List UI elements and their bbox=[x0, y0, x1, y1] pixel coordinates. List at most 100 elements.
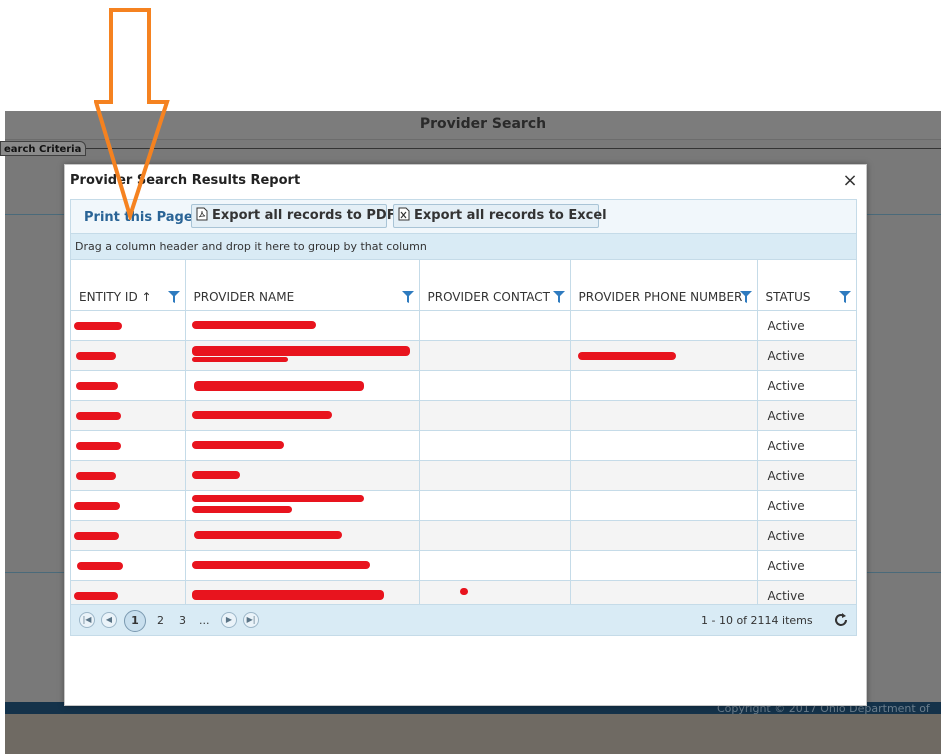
entity-id-cell bbox=[71, 370, 186, 401]
entity-id-cell bbox=[71, 310, 186, 341]
status-cell: Active bbox=[757, 430, 856, 461]
provider-name-cell bbox=[185, 340, 420, 371]
provider-contact-cell bbox=[419, 550, 571, 581]
refresh-icon[interactable] bbox=[833, 612, 849, 628]
divider bbox=[866, 214, 941, 215]
entity-id-cell bbox=[71, 550, 186, 581]
export-pdf-label: Export all records to PDF bbox=[212, 208, 396, 223]
pager-info: 1 - 10 of 2114 items bbox=[701, 614, 813, 627]
redaction-mark bbox=[191, 561, 370, 569]
group-by-drop-area[interactable]: Drag a column header and drop it here to… bbox=[70, 233, 857, 260]
provider-name-cell bbox=[185, 400, 420, 431]
provider-phone-cell bbox=[570, 550, 758, 581]
pdf-file-icon bbox=[196, 207, 208, 221]
redaction-mark bbox=[74, 532, 119, 540]
provider-name-cell bbox=[185, 550, 420, 581]
redaction-mark bbox=[76, 442, 121, 450]
provider-contact-cell bbox=[419, 400, 571, 431]
provider-phone-cell bbox=[570, 520, 758, 551]
previous-page-icon[interactable]: ◀ bbox=[101, 612, 117, 628]
close-icon[interactable]: × bbox=[842, 172, 858, 190]
status-cell: Active bbox=[757, 370, 856, 401]
provider-phone-cell bbox=[570, 340, 758, 371]
entity-id-cell bbox=[71, 430, 186, 461]
export-pdf-button[interactable]: Export all records to PDF bbox=[191, 204, 396, 228]
results-report-dialog: Provider Search Results Report × Print t… bbox=[64, 164, 867, 706]
export-excel-label: Export all records to Excel bbox=[414, 208, 607, 223]
sort-ascending-icon: ↑ bbox=[141, 290, 152, 304]
first-page-icon[interactable]: |◀ bbox=[79, 612, 95, 628]
redaction-mark bbox=[193, 531, 342, 539]
provider-name-cell bbox=[185, 370, 420, 401]
table-row[interactable]: Active bbox=[71, 550, 856, 581]
provider-phone-cell bbox=[570, 460, 758, 491]
redaction-mark bbox=[577, 352, 676, 360]
status-cell: Active bbox=[757, 520, 856, 551]
table-row[interactable]: Active bbox=[71, 370, 856, 401]
table-row[interactable]: Active bbox=[71, 460, 856, 491]
status-cell: Active bbox=[757, 340, 856, 371]
provider-phone-cell bbox=[570, 370, 758, 401]
column-header-entity-id[interactable]: ENTITY ID ↑ bbox=[71, 260, 186, 311]
filter-icon[interactable] bbox=[552, 291, 565, 303]
column-header-status[interactable]: STATUS bbox=[757, 260, 856, 311]
footer-area bbox=[5, 714, 941, 754]
table-row[interactable]: Active bbox=[71, 340, 856, 371]
page-3-button[interactable]: 3 bbox=[179, 614, 186, 627]
status-cell: Active bbox=[757, 490, 856, 521]
table-row[interactable]: Active bbox=[71, 490, 856, 521]
provider-phone-cell bbox=[570, 400, 758, 431]
redaction-mark bbox=[77, 562, 123, 570]
annotation-arrow bbox=[94, 8, 170, 220]
redaction-mark bbox=[76, 382, 118, 390]
search-criteria-tab[interactable]: earch Criteria bbox=[0, 141, 86, 156]
report-toolbar: Print this Page Export all records to PD… bbox=[70, 199, 857, 233]
page-2-button[interactable]: 2 bbox=[157, 614, 164, 627]
provider-phone-cell bbox=[570, 430, 758, 461]
table-row[interactable]: Active bbox=[71, 430, 856, 461]
redaction-mark bbox=[74, 322, 122, 330]
provider-contact-cell bbox=[419, 520, 571, 551]
results-grid: ENTITY ID ↑ PROVIDER NAME PROVIDER CONTA… bbox=[70, 260, 857, 611]
redaction-mark bbox=[191, 495, 364, 502]
provider-name-cell bbox=[185, 430, 420, 461]
filter-icon[interactable] bbox=[401, 291, 414, 303]
provider-contact-cell bbox=[419, 310, 571, 341]
filter-icon[interactable] bbox=[739, 291, 752, 303]
more-pages-button[interactable]: ... bbox=[199, 614, 210, 627]
table-row[interactable]: Active bbox=[71, 310, 856, 341]
divider bbox=[5, 214, 65, 215]
redaction-mark bbox=[459, 588, 468, 595]
export-excel-button[interactable]: Export all records to Excel bbox=[393, 204, 607, 228]
column-header-provider-contact[interactable]: PROVIDER CONTACT bbox=[419, 260, 571, 311]
redaction-mark bbox=[76, 472, 116, 480]
provider-name-cell bbox=[185, 490, 420, 521]
filter-icon[interactable] bbox=[839, 291, 851, 303]
redaction-mark bbox=[74, 592, 118, 600]
column-header-provider-name[interactable]: PROVIDER NAME bbox=[185, 260, 420, 311]
status-cell: Active bbox=[757, 400, 856, 431]
redaction-mark bbox=[191, 411, 332, 419]
table-row[interactable]: Active bbox=[71, 520, 856, 551]
redaction-mark bbox=[191, 441, 284, 449]
provider-contact-cell bbox=[419, 430, 571, 461]
redaction-mark bbox=[191, 590, 384, 600]
column-header-provider-phone[interactable]: PROVIDER PHONE NUMBER bbox=[570, 260, 758, 311]
redaction-mark bbox=[191, 357, 288, 362]
provider-name-cell bbox=[185, 310, 420, 341]
page-1-button[interactable]: 1 bbox=[124, 610, 146, 632]
redaction-mark bbox=[191, 321, 316, 329]
last-page-icon[interactable]: ▶| bbox=[243, 612, 259, 628]
divider bbox=[5, 572, 65, 573]
status-cell: Active bbox=[757, 550, 856, 581]
table-row[interactable]: Active bbox=[71, 400, 856, 431]
entity-id-cell bbox=[71, 490, 186, 521]
provider-name-cell bbox=[185, 520, 420, 551]
next-page-icon[interactable]: ▶ bbox=[221, 612, 237, 628]
provider-name-cell bbox=[185, 460, 420, 491]
filter-icon[interactable] bbox=[167, 291, 180, 303]
grid-pager: |◀ ◀ 1 2 3 ... ▶ ▶| 1 - 10 of 2114 items bbox=[70, 604, 857, 636]
redaction-mark bbox=[76, 412, 121, 420]
entity-id-cell bbox=[71, 520, 186, 551]
entity-id-cell bbox=[71, 460, 186, 491]
